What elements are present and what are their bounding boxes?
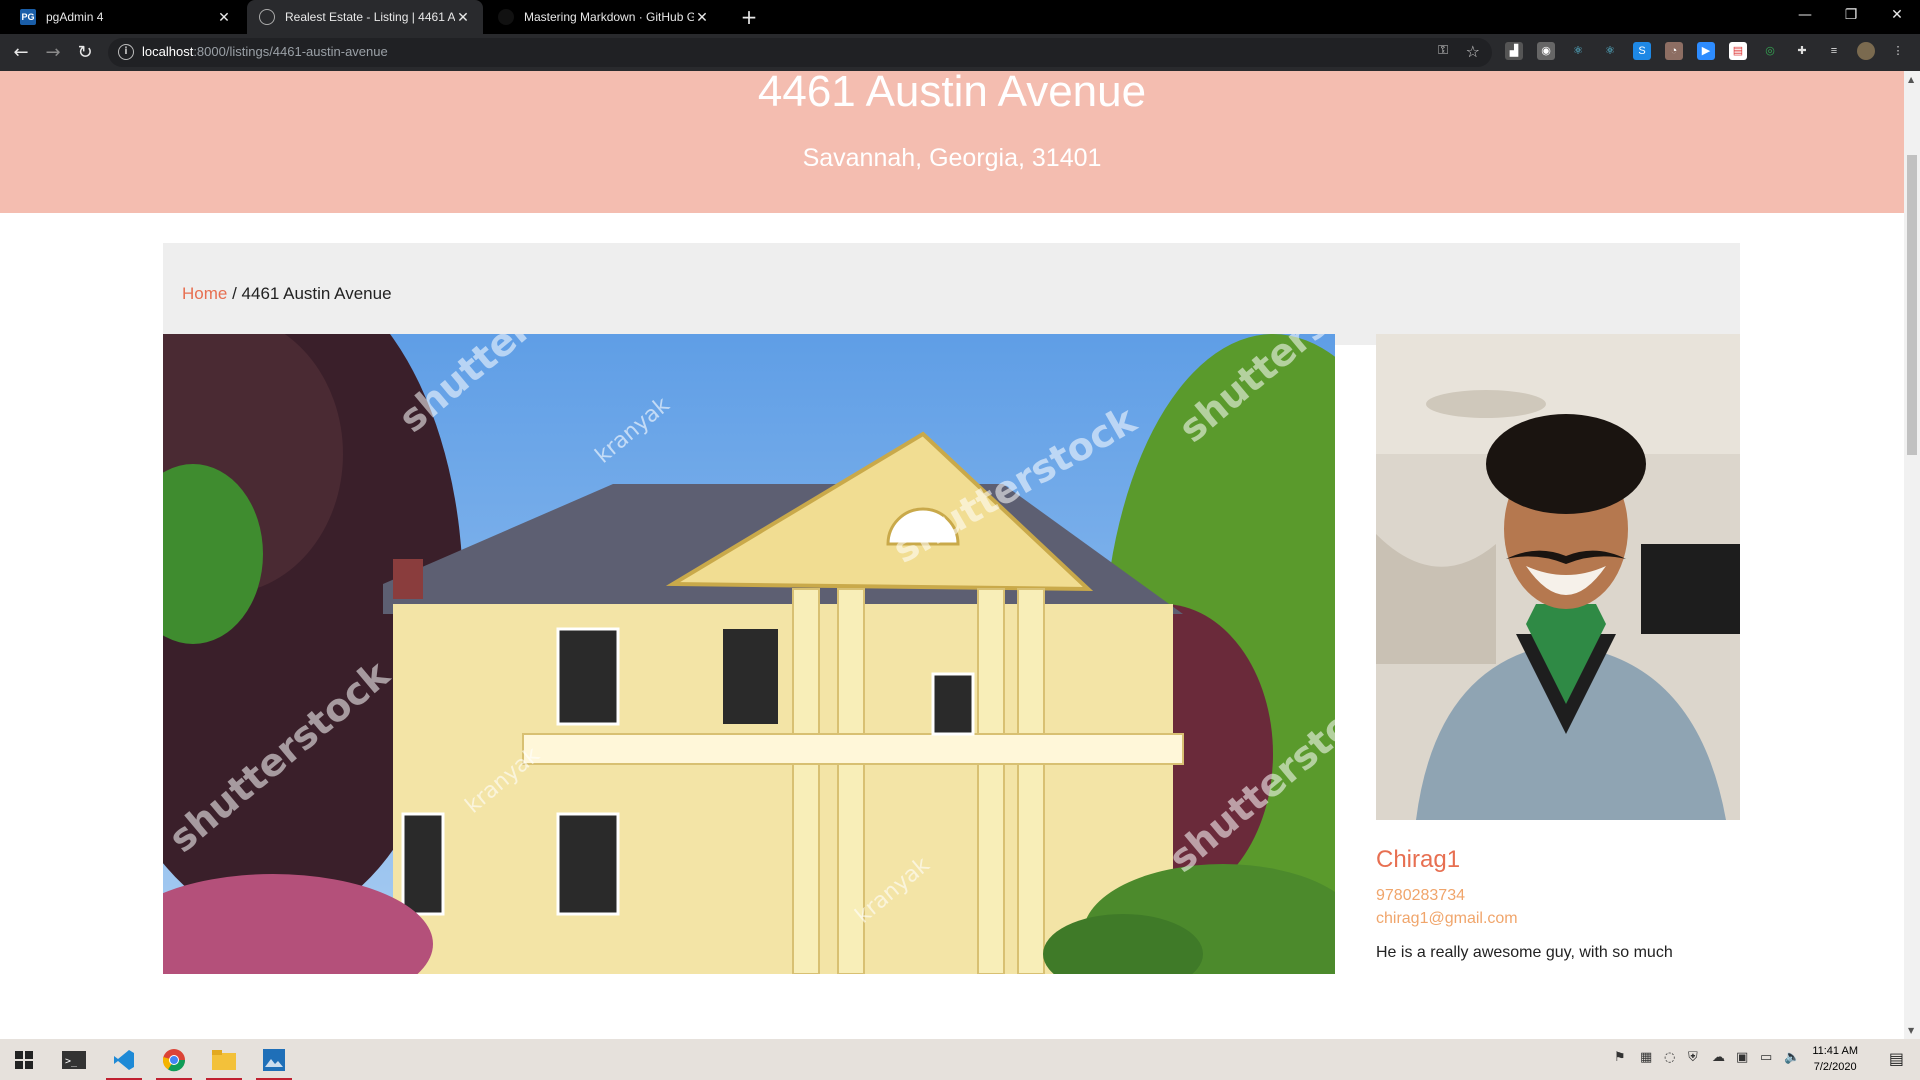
network-icon[interactable]: ▭ — [1760, 1050, 1772, 1065]
listing-title: 4461 Austin Avenue — [757, 71, 1147, 116]
breadcrumb: Home / 4461 Austin Avenue — [163, 243, 1740, 345]
forward-button[interactable]: → — [40, 40, 66, 66]
close-icon[interactable]: ✕ — [455, 9, 471, 25]
url-text[interactable]: localhost:8000/listings/4461-austin-aven… — [142, 44, 388, 59]
close-icon[interactable]: ✕ — [216, 9, 232, 25]
onedrive-icon[interactable]: ☁ — [1712, 1050, 1725, 1065]
vscode-icon[interactable] — [100, 1039, 148, 1080]
realtor-name: Chirag1 — [1376, 846, 1461, 873]
scroll-down-arrow-icon[interactable]: ▼ — [1908, 1026, 1914, 1035]
calendar-icon[interactable]: ▤ — [1729, 42, 1747, 60]
analytics-icon[interactable]: ▟ — [1505, 42, 1523, 60]
site-info-icon[interactable]: i — [118, 44, 134, 60]
shield-icon[interactable]: ⛨ — [1688, 1050, 1698, 1065]
realtor-phone[interactable]: 9780283734 — [1376, 887, 1465, 905]
listing-address: Savannah, Georgia, 31401 — [802, 144, 1102, 172]
react-icon[interactable]: ⚛ — [1569, 42, 1587, 60]
browser-toolbar: ← → ↻ i localhost:8000/listings/4461-aus… — [0, 34, 1920, 71]
bookmark-star-icon[interactable]: ☆ — [1466, 42, 1480, 61]
github-icon — [498, 9, 514, 25]
breadcrumb-trail: Home / 4461 Austin Avenue — [182, 284, 392, 304]
restore-button[interactable]: ❐ — [1828, 0, 1874, 30]
tray-icon[interactable]: ⚑ — [1614, 1050, 1626, 1065]
tray-icon[interactable]: ▣ — [1736, 1050, 1748, 1065]
realtor-bio: He is a really awesome guy, with so much — [1376, 944, 1673, 961]
breadcrumb-current: 4461 Austin Avenue — [241, 284, 392, 303]
windows-start-icon[interactable] — [0, 1039, 48, 1080]
browser-tab-strip: PG pgAdmin 4 ✕ Realest Estate - Listing … — [0, 0, 1920, 34]
url-host: localhost — [142, 44, 194, 59]
close-window-button[interactable]: ✕ — [1874, 0, 1920, 30]
tab-title: Realest Estate - Listing | 4461 Au — [285, 10, 455, 24]
puzzle-icon[interactable]: ✚ — [1793, 42, 1811, 60]
url-path: :8000/listings/4461-austin-avenue — [193, 44, 388, 59]
realtor-email[interactable]: chirag1@gmail.com — [1376, 910, 1518, 928]
react-icon[interactable]: ⚛ — [1601, 42, 1619, 60]
windows-taskbar: >_ ⚑ ▦ ◌ ⛨ ☁ ▣ ▭ 🔈 11:41 AM 7/2/2020 ▤ — [0, 1039, 1920, 1080]
page-scrollbar[interactable]: ▲ ▼ — [1904, 71, 1920, 1039]
listing-main-photo[interactable]: shutterstock shutterstock shutterstock s… — [163, 334, 1335, 974]
clock-time: 11:41 AM — [1812, 1045, 1858, 1057]
breadcrumb-separator: / — [227, 284, 242, 303]
reload-button[interactable]: ↻ — [72, 40, 98, 66]
playlist-icon[interactable]: ≡ — [1825, 42, 1843, 60]
tab-realest-estate-listing[interactable]: Realest Estate - Listing | 4461 Au ✕ — [247, 0, 483, 34]
key-icon[interactable]: ⚿ — [1438, 43, 1448, 58]
tab-title: pgAdmin 4 — [46, 10, 104, 24]
tab-title: Mastering Markdown · GitHub Gu — [524, 10, 694, 24]
notification-center-icon[interactable]: ▤ — [1889, 1049, 1904, 1068]
terminal-icon[interactable]: >_ — [50, 1039, 98, 1080]
zoom-icon[interactable]: ▶ — [1697, 42, 1715, 60]
pgadmin-icon: PG — [20, 9, 36, 25]
close-icon[interactable]: ✕ — [694, 9, 710, 25]
chrome-icon[interactable] — [150, 1039, 198, 1080]
system-clock[interactable]: 11:41 AM 7/2/2020 — [1812, 1043, 1858, 1075]
circle-icon[interactable]: ◎ — [1761, 42, 1779, 60]
page-viewport: 4461 Austin Avenue Savannah, Georgia, 31… — [0, 71, 1904, 1039]
minimize-button[interactable]: — — [1782, 0, 1828, 30]
volume-icon[interactable]: 🔈 — [1784, 1050, 1800, 1065]
breadcrumb-home-link[interactable]: Home — [182, 284, 227, 303]
tray-icon[interactable]: ▦ — [1640, 1050, 1652, 1065]
photos-icon[interactable] — [250, 1039, 298, 1080]
tray-icon[interactable]: ◌ — [1664, 1050, 1675, 1065]
globe-icon — [259, 9, 275, 25]
listing-hero-banner: 4461 Austin Avenue Savannah, Georgia, 31… — [0, 71, 1904, 213]
tab-pgadmin[interactable]: PG pgAdmin 4 ✕ — [8, 0, 244, 34]
realtor-photo — [1376, 334, 1740, 820]
s-extension-icon[interactable]: S — [1633, 42, 1651, 60]
scrollbar-thumb[interactable] — [1907, 155, 1917, 455]
address-bar[interactable]: i localhost:8000/listings/4461-austin-av… — [108, 38, 1492, 67]
back-button[interactable]: ← — [8, 40, 34, 66]
camera-icon[interactable]: ◉ — [1537, 42, 1555, 60]
new-tab-button[interactable]: + — [738, 6, 760, 28]
clock-date: 7/2/2020 — [1813, 1061, 1857, 1073]
tab-mastering-markdown[interactable]: Mastering Markdown · GitHub Gu ✕ — [486, 0, 722, 34]
profile-avatar[interactable] — [1857, 42, 1875, 60]
file-explorer-icon[interactable] — [200, 1039, 248, 1080]
scroll-up-arrow-icon[interactable]: ▲ — [1908, 75, 1914, 84]
owl-icon[interactable]: ◔ — [1665, 42, 1683, 60]
svg-text:>_: >_ — [65, 1056, 78, 1067]
menu-kebab-icon[interactable]: ⋮ — [1889, 42, 1907, 60]
